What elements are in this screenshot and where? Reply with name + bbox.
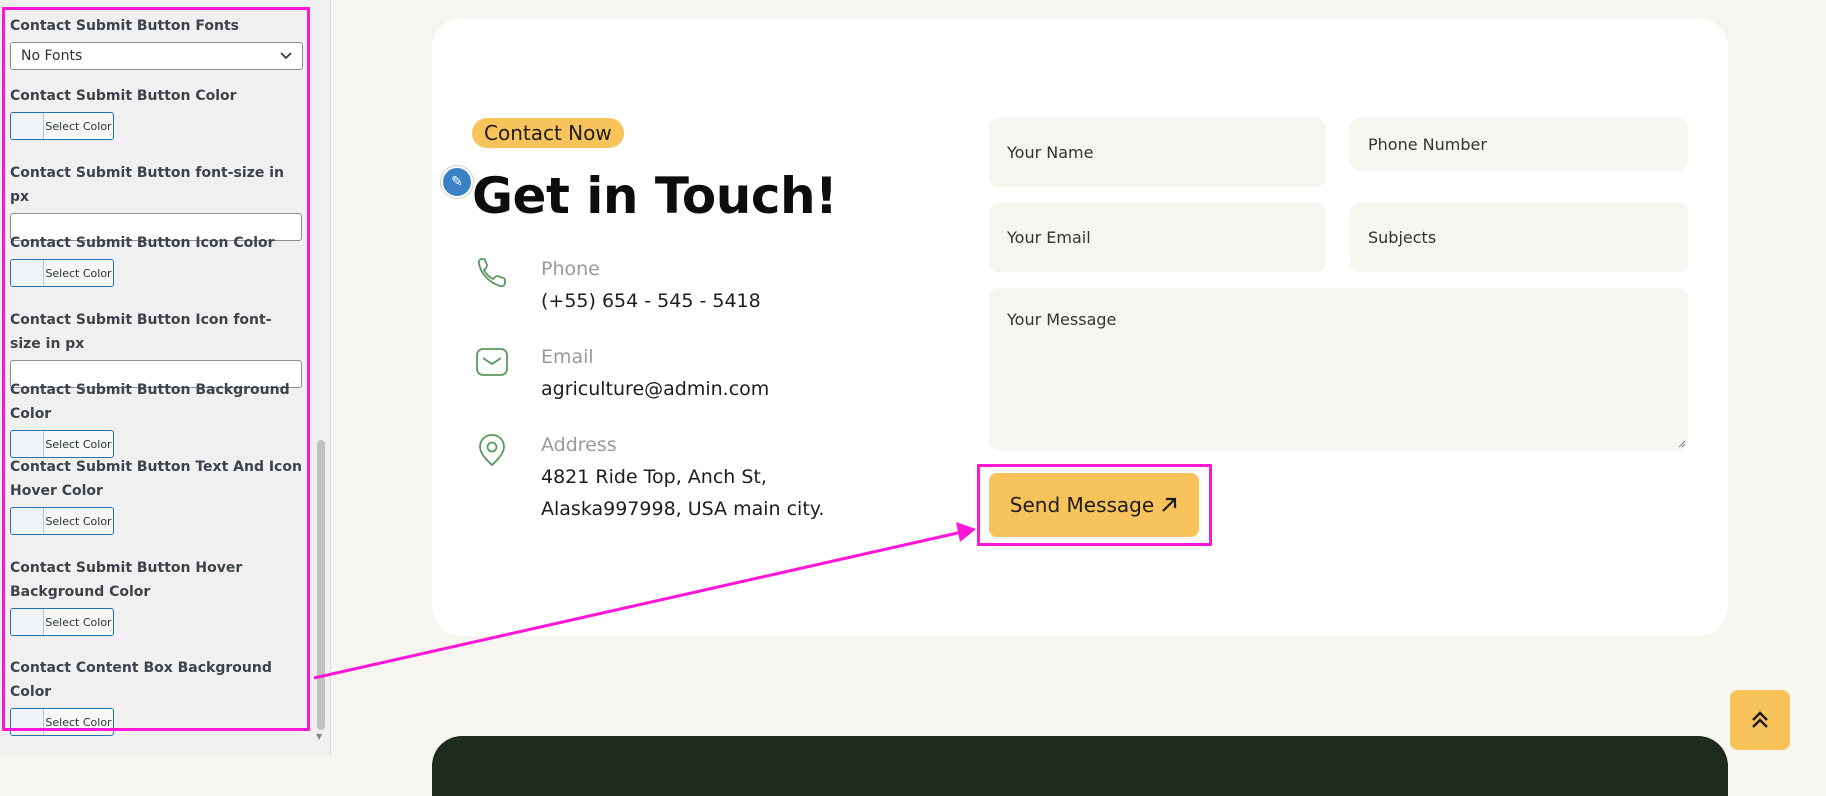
message-textarea[interactable]: Your Message	[989, 288, 1688, 450]
scroll-down-arrow-icon[interactable]: ▼	[316, 732, 322, 741]
field-submit-icon-color: Contact Submit Button Icon Color Select …	[10, 231, 302, 287]
location-pin-icon	[479, 434, 505, 467]
phone-icon	[477, 258, 506, 288]
message-placeholder: Your Message	[1007, 310, 1117, 329]
address-line-1: 4821 Ride Top, Anch St,	[541, 466, 767, 488]
color-swatch	[11, 709, 44, 735]
name-input[interactable]: Your Name	[989, 118, 1326, 187]
field-label: Contact Submit Button Text And Icon Hove…	[10, 459, 302, 499]
field-submit-icon-font-size: Contact Submit Button Icon font-size in …	[10, 308, 302, 388]
select-color-button[interactable]: Select Color	[10, 259, 114, 287]
field-content-box-bg-color: Contact Content Box Background Color Sel…	[10, 656, 302, 736]
chevron-down-icon	[280, 52, 292, 60]
email-input[interactable]: Your Email	[989, 203, 1326, 272]
select-color-button[interactable]: Select Color	[10, 708, 114, 736]
email-icon	[476, 348, 508, 376]
select-color-label: Select Color	[45, 266, 112, 280]
field-submit-hover-color: Contact Submit Button Text And Icon Hove…	[10, 455, 302, 535]
field-label: Contact Submit Button Icon font-size in …	[10, 312, 272, 352]
select-color-button[interactable]: Select Color	[10, 608, 114, 636]
double-chevron-up-icon	[1752, 711, 1768, 728]
scrollbar-thumb[interactable]	[317, 440, 325, 730]
select-color-label: Select Color	[45, 715, 112, 729]
arrow-up-right-icon	[1162, 497, 1177, 512]
phone-label: Phone	[541, 258, 600, 280]
field-label: Contact Submit Button Background Color	[10, 382, 290, 422]
scroll-to-top-button[interactable]	[1730, 690, 1790, 750]
fonts-select[interactable]: No Fonts	[10, 42, 303, 70]
send-message-button[interactable]: Send Message	[989, 473, 1199, 537]
select-color-label: Select Color	[45, 119, 112, 133]
phone-value: (+55) 654 - 545 - 5418	[541, 290, 761, 312]
field-submit-bg-color: Contact Submit Button Background Color S…	[10, 378, 302, 458]
color-swatch	[11, 431, 44, 457]
select-color-button[interactable]: Select Color	[10, 430, 114, 458]
select-color-label: Select Color	[45, 437, 112, 451]
address-label: Address	[541, 434, 617, 456]
panel-scrollbar[interactable]: ▼	[314, 0, 328, 741]
customizer-panel: Contact Submit Button Fonts No Fonts Con…	[0, 0, 331, 754]
contact-title: Get in Touch!	[472, 167, 838, 225]
field-submit-color: Contact Submit Button Color Select Color	[10, 84, 302, 140]
field-label: Contact Content Box Background Color	[10, 660, 272, 700]
select-color-label: Select Color	[45, 514, 112, 528]
field-submit-font-size: Contact Submit Button font-size in px	[10, 161, 302, 241]
resize-grip-icon[interactable]	[1678, 440, 1686, 448]
select-color-button[interactable]: Select Color	[10, 507, 114, 535]
field-label: Contact Submit Button font-size in px	[10, 165, 284, 205]
footer-band	[432, 736, 1728, 796]
field-submit-hover-bg-color: Contact Submit Button Hover Background C…	[10, 556, 302, 636]
color-swatch	[11, 260, 44, 286]
color-swatch	[11, 508, 44, 534]
email-label: Email	[541, 346, 594, 368]
contact-now-tag: Contact Now	[472, 118, 624, 148]
select-color-button[interactable]: Select Color	[10, 112, 114, 140]
select-color-label: Select Color	[45, 615, 112, 629]
field-label: Contact Submit Button Fonts	[10, 18, 239, 34]
email-value: agriculture@admin.com	[541, 378, 770, 400]
pencil-edit-icon[interactable]: ✎	[441, 166, 473, 198]
field-label: Contact Submit Button Hover Background C…	[10, 560, 243, 600]
color-swatch	[11, 609, 44, 635]
field-submit-fonts: Contact Submit Button Fonts No Fonts	[10, 14, 303, 70]
send-message-label: Send Message	[1009, 493, 1155, 517]
select-value: No Fonts	[21, 48, 83, 64]
phone-input[interactable]: Phone Number	[1350, 118, 1688, 170]
field-label: Contact Submit Button Color	[10, 88, 237, 104]
color-swatch	[11, 113, 44, 139]
address-line-2: Alaska997998, USA main city.	[541, 498, 825, 520]
field-label: Contact Submit Button Icon Color	[10, 235, 275, 251]
subject-input[interactable]: Subjects	[1350, 203, 1688, 272]
